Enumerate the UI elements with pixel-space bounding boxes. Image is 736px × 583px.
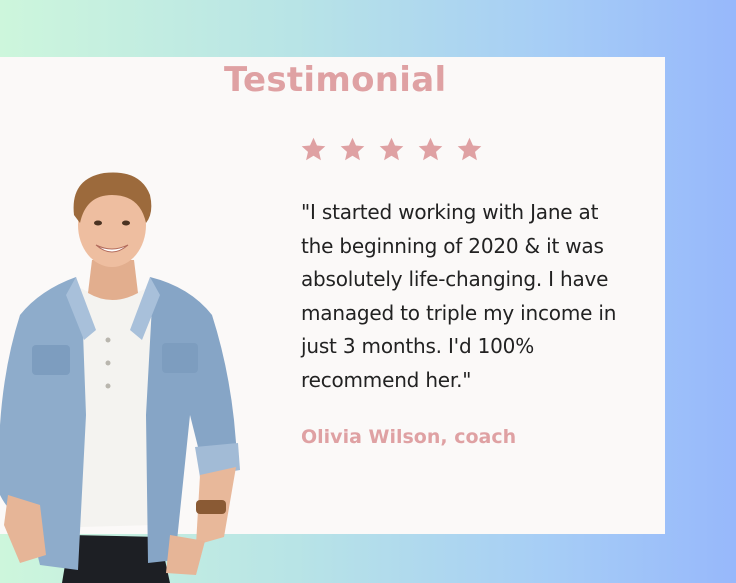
star-icon xyxy=(456,136,483,163)
testimonial-quote: "I started working with Jane at the begi… xyxy=(301,200,617,392)
page-title: Testimonial xyxy=(224,60,447,100)
star-rating xyxy=(300,136,483,163)
star-icon xyxy=(300,136,327,163)
star-icon xyxy=(378,136,405,163)
star-icon xyxy=(417,136,444,163)
testimonial-author: Olivia Wilson, coach xyxy=(301,426,517,448)
star-icon xyxy=(339,136,366,163)
person-photo xyxy=(0,172,240,583)
